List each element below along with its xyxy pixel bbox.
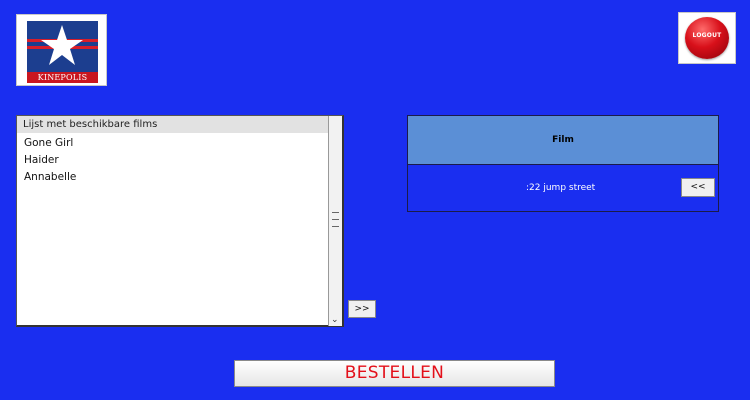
scroll-grip: [332, 212, 339, 213]
kinepolis-logo: KINEPOLIS: [16, 14, 107, 86]
add-film-button[interactable]: >>: [348, 300, 376, 318]
logout-icon: LOGOUT: [685, 17, 729, 59]
selected-films-table: Film :22 jump street <<: [407, 115, 719, 212]
remove-film-button[interactable]: <<: [681, 178, 715, 197]
list-item[interactable]: Haider: [24, 153, 59, 167]
logo-text: KINEPOLIS: [27, 72, 98, 83]
star-icon: [41, 25, 83, 65]
logout-button[interactable]: LOGOUT: [678, 12, 736, 64]
logout-label: LOGOUT: [692, 32, 722, 39]
list-item[interactable]: Annabelle: [24, 170, 76, 184]
logo-emblem: [27, 21, 98, 73]
order-button[interactable]: BESTELLEN: [234, 360, 555, 387]
chevron-down-icon[interactable]: ⌄: [331, 315, 339, 325]
film-column-header: Film: [408, 116, 718, 165]
scroll-grip: [332, 219, 339, 220]
list-item[interactable]: Gone Girl: [24, 136, 73, 150]
available-films-list[interactable]: Lijst met beschikbare films Gone Girl Ha…: [16, 115, 344, 327]
table-row: :22 jump street: [526, 183, 596, 193]
scroll-grip: [332, 226, 339, 227]
list-header: Lijst met beschikbare films: [17, 116, 328, 133]
list-scrollbar[interactable]: ⌄: [328, 116, 342, 326]
